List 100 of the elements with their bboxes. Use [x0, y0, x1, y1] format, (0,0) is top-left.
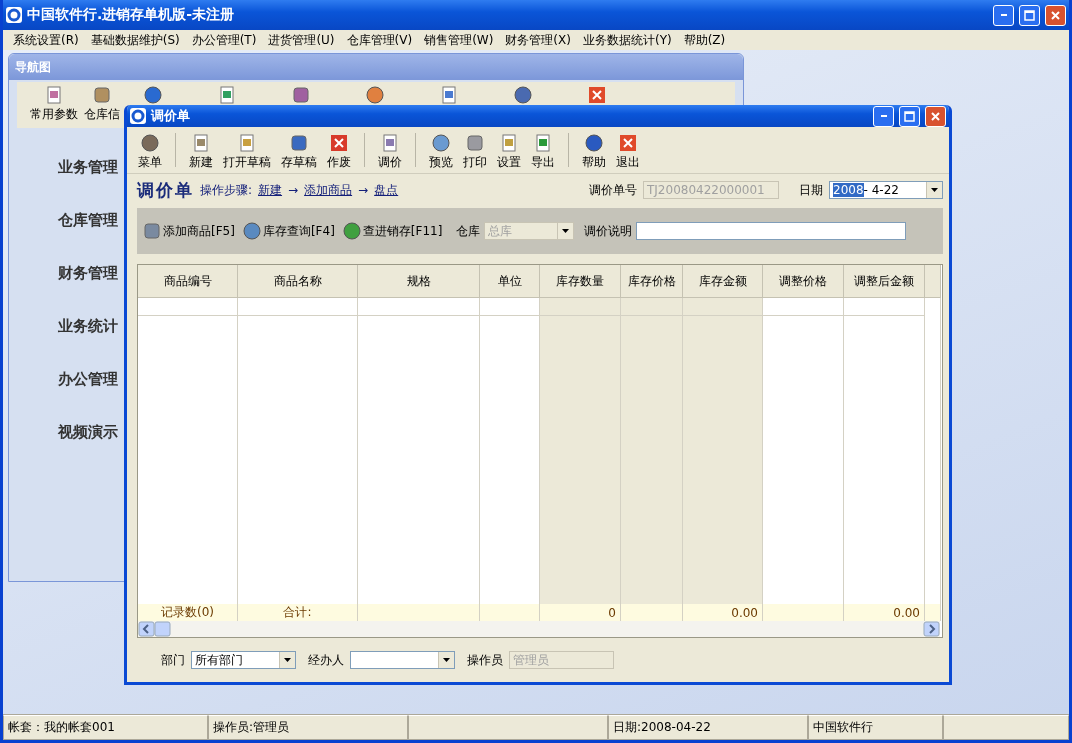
- minimize-button[interactable]: [873, 105, 894, 127]
- column-header[interactable]: 调整后金额: [844, 265, 925, 298]
- close-icon: [931, 111, 940, 121]
- step-link[interactable]: 盘点: [374, 181, 399, 199]
- footer-cell: 0: [540, 604, 621, 621]
- document-icon: [238, 134, 256, 152]
- close-button[interactable]: [1045, 4, 1066, 26]
- maximize-icon: [1024, 9, 1035, 21]
- toolbar-button[interactable]: 菜单: [133, 129, 167, 171]
- document-icon: [381, 134, 399, 152]
- note-field[interactable]: [636, 222, 907, 240]
- toolbar-button[interactable]: 预览: [424, 129, 458, 171]
- date-field[interactable]: 2008- 4-22: [829, 181, 943, 199]
- step-link[interactable]: 新建: [258, 181, 283, 199]
- minimize-icon: [880, 115, 887, 117]
- column-header[interactable]: 商品编号: [138, 265, 238, 298]
- step-link[interactable]: 添加商品: [304, 181, 353, 199]
- status-cell: 操作员:管理员: [208, 715, 408, 740]
- field-label: 调价单号: [589, 181, 637, 199]
- status-cell: 中国软件行: [808, 715, 943, 740]
- document-icon: [192, 134, 210, 152]
- field-label: 经办人: [308, 651, 344, 669]
- field-label: 调价说明: [584, 222, 633, 240]
- horizontal-scrollbar[interactable]: [138, 621, 940, 637]
- footer-cell: 0.00: [683, 604, 763, 621]
- maximize-button[interactable]: [899, 105, 920, 127]
- column-header[interactable]: 规格: [358, 265, 480, 298]
- menu-item[interactable]: 进货管理(U): [262, 31, 341, 49]
- toolbar-button[interactable]: 作废: [322, 129, 356, 171]
- field-label: 操作员: [467, 651, 503, 669]
- nav-item[interactable]: 视频演示: [58, 423, 118, 442]
- toolbar-button[interactable]: 设置: [492, 129, 526, 171]
- dropdown-field[interactable]: 所有部门: [191, 651, 296, 669]
- maximize-button[interactable]: [1019, 4, 1040, 26]
- square-icon: [292, 86, 310, 104]
- dropdown-field[interactable]: [350, 651, 455, 669]
- menu-item[interactable]: 仓库管理(V): [340, 31, 419, 49]
- app-icon: [6, 7, 22, 23]
- menu-item[interactable]: 帮助(Z): [677, 31, 732, 49]
- footer-cell: [925, 604, 941, 621]
- tool-label[interactable]: 仓库信: [84, 106, 120, 123]
- nav-item[interactable]: 业务管理: [58, 158, 118, 177]
- column-header[interactable]: 库存金额: [683, 265, 763, 298]
- toolbar-button[interactable]: 新建: [184, 129, 218, 171]
- column-header[interactable]: 库存价格: [621, 265, 683, 298]
- nav-item[interactable]: 财务管理: [58, 264, 118, 283]
- column-header[interactable]: 调整价格: [763, 265, 844, 298]
- form-heading: 调价单: [137, 178, 194, 202]
- toolbar-button[interactable]: 打印: [458, 129, 492, 171]
- menu-item[interactable]: 系统设置(R): [7, 31, 85, 49]
- document-icon: [45, 86, 63, 104]
- close-icon: [1051, 10, 1060, 20]
- header-filler: [925, 265, 941, 298]
- window-title: 中国软件行.进销存单机版-未注册: [27, 6, 236, 24]
- nav-item[interactable]: 业务统计: [58, 317, 118, 336]
- menu-item[interactable]: 办公管理(T): [185, 31, 263, 49]
- window-title: 调价单: [151, 107, 191, 125]
- menu-item[interactable]: 业务数据统计(Y): [576, 31, 678, 49]
- field-label: 仓库: [456, 222, 481, 240]
- caret-icon: [284, 658, 291, 662]
- status-cell: 日期:2008-04-22: [608, 715, 808, 740]
- toolbar-button[interactable]: 存草稿: [276, 129, 322, 171]
- menu-item[interactable]: 销售管理(W): [418, 31, 500, 49]
- footer-cell: 0.00: [844, 604, 925, 621]
- nav-item[interactable]: 办公管理: [58, 370, 118, 389]
- caret-icon: [562, 229, 570, 233]
- caret-icon: [443, 658, 450, 662]
- caret-icon: [931, 188, 938, 192]
- document-icon: [500, 134, 518, 152]
- column-header[interactable]: 商品名称: [238, 265, 358, 298]
- column-header[interactable]: 单位: [480, 265, 540, 298]
- close-icon: [330, 134, 348, 152]
- action-button[interactable]: 添加商品[F5]: [141, 222, 237, 240]
- toolbar-button[interactable]: 导出: [526, 129, 560, 171]
- document-icon: [440, 86, 458, 104]
- toolbar-button[interactable]: 帮助: [577, 129, 611, 171]
- arrow-text: →: [288, 183, 299, 197]
- footer-cell: 记录数(0): [138, 604, 238, 621]
- menu-item[interactable]: 财务管理(X): [499, 31, 577, 49]
- menu-item[interactable]: 基础数据维护(S): [84, 31, 186, 49]
- maximize-icon: [904, 110, 915, 122]
- minimize-button[interactable]: [993, 4, 1014, 26]
- toolbar-button[interactable]: 退出: [611, 129, 645, 171]
- document-icon: [218, 86, 236, 104]
- column-header[interactable]: 库存数量: [540, 265, 621, 298]
- close-button[interactable]: [925, 105, 946, 127]
- minimize-icon: [1000, 14, 1007, 16]
- action-button[interactable]: 库存查询[F4]: [240, 222, 337, 240]
- arrow-text: →: [358, 183, 369, 197]
- toolbar-button[interactable]: 打开草稿: [218, 129, 276, 171]
- toolbar-button[interactable]: 调价: [373, 129, 407, 171]
- tool-label[interactable]: 常用参数: [30, 106, 78, 123]
- panel-title: 导航图: [15, 58, 51, 76]
- app-icon: [130, 108, 146, 124]
- steps-label: 操作步骤:: [200, 181, 253, 199]
- footer-cell: 合计:: [238, 604, 358, 621]
- nav-item[interactable]: 仓库管理: [58, 211, 118, 230]
- action-button[interactable]: 查进销存[F11]: [340, 222, 445, 240]
- field-label: 部门: [161, 651, 185, 669]
- field-label: 日期: [799, 181, 823, 199]
